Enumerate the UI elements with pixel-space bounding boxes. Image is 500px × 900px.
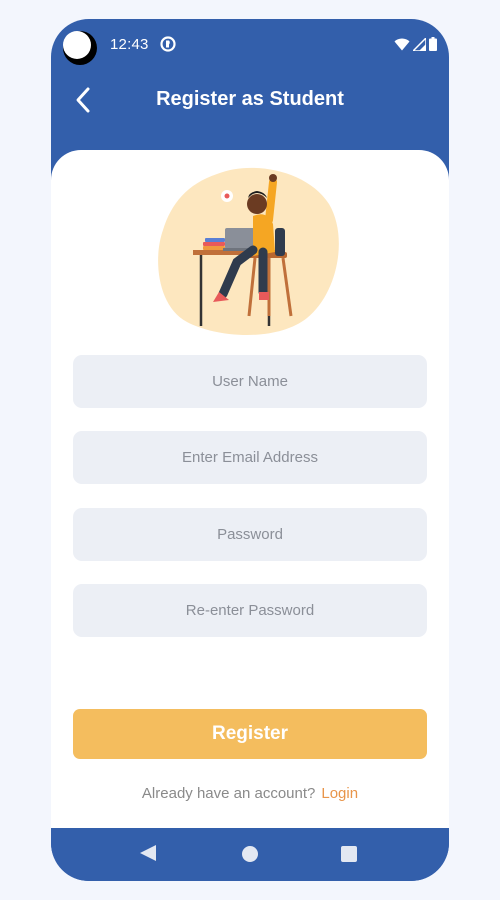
wifi-icon	[394, 38, 410, 50]
navigation-bar	[51, 828, 449, 881]
phone-frame: 12:43 Register as Student User Name Ente…	[51, 19, 449, 881]
register-card: Register Already have an account? Login	[51, 150, 449, 828]
system-icons	[394, 37, 437, 51]
signal-icon	[413, 37, 426, 51]
battery-icon	[429, 37, 437, 51]
nav-back-icon[interactable]	[140, 845, 156, 861]
password-input[interactable]	[73, 508, 427, 561]
login-prompt: Already have an account?	[141, 785, 316, 802]
login-link[interactable]: Login	[321, 785, 358, 802]
status-time: 12:43	[110, 36, 149, 53]
login-row: Already have an account? Login	[51, 785, 449, 802]
nav-recents-icon[interactable]	[341, 846, 357, 862]
confirm-password-input[interactable]	[73, 584, 427, 637]
nav-home-icon[interactable]	[242, 846, 258, 862]
camera-cutout	[63, 31, 97, 65]
email-input[interactable]	[73, 431, 427, 484]
status-bar: 12:43	[51, 19, 449, 69]
page-title: Register as Student	[156, 88, 344, 110]
camera-lens	[63, 31, 91, 59]
username-input[interactable]	[73, 355, 427, 408]
app-notification-icon	[160, 36, 176, 52]
student-at-desk-illustration	[158, 167, 339, 335]
register-button[interactable]: Register	[73, 709, 427, 759]
